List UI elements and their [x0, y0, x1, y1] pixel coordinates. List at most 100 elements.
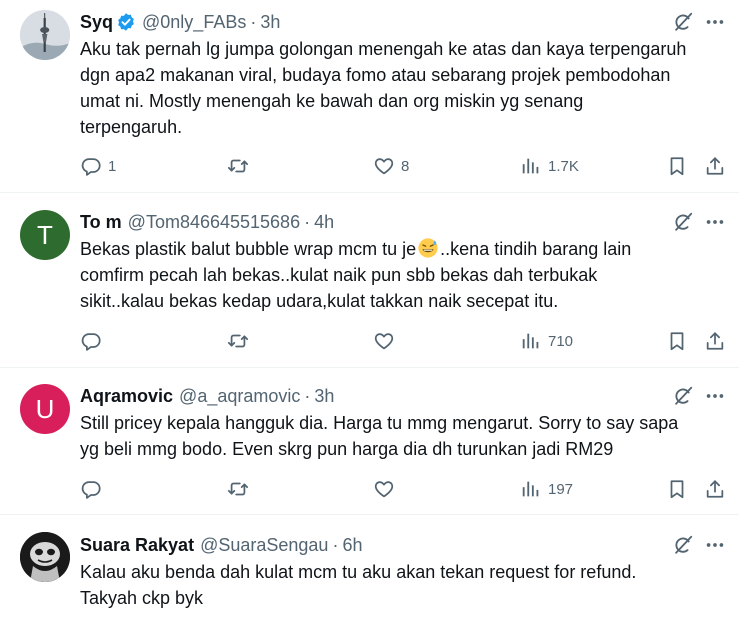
repost-icon [227, 330, 249, 352]
reply-button[interactable]: 1 [80, 153, 116, 179]
author-handle[interactable]: @SuaraSengau [200, 533, 328, 557]
post-header: To m @Tom846645515686 · 4h [80, 210, 334, 234]
avatar-aqramovic[interactable]: U [20, 384, 70, 434]
repost-button[interactable] [227, 153, 249, 179]
avatar-syq[interactable] [20, 10, 70, 60]
reply-icon [80, 330, 102, 352]
post-text: Aku tak pernah lg jumpa golongan menenga… [80, 36, 730, 140]
bookmark-button[interactable] [666, 153, 688, 179]
post-time[interactable]: 3h [260, 10, 280, 34]
text-line: terpengaruh. [80, 117, 183, 137]
repost-button[interactable] [227, 476, 249, 502]
views-button[interactable]: 710 [520, 328, 573, 354]
share-icon [704, 155, 726, 177]
share-button[interactable] [704, 153, 726, 179]
more-icon[interactable] [702, 534, 728, 556]
post-text: Bekas plastik balut bubble wrap mcm tu j… [80, 236, 730, 314]
like-button[interactable]: 8 [373, 153, 409, 179]
post-suara-rakyat[interactable]: Suara Rakyat @SuaraSengau · 6h Kalau aku… [0, 523, 739, 623]
views-icon [520, 330, 542, 352]
text-line: umat ni. Mostly menengah ke bawah dan or… [80, 91, 584, 111]
post-header: Suara Rakyat @SuaraSengau · 6h [80, 533, 362, 557]
grinning-sweat-emoji [418, 238, 438, 258]
grok-icon[interactable] [672, 211, 694, 233]
bookmark-icon [666, 155, 688, 177]
verified-badge-icon[interactable] [116, 12, 136, 32]
like-icon [373, 155, 395, 177]
like-button[interactable] [373, 476, 395, 502]
post-time[interactable]: 3h [314, 384, 334, 408]
separator-dot: · [304, 386, 311, 406]
text-line: sikit..kalau bekas kedap udara,kulat tak… [80, 291, 559, 311]
share-icon [704, 330, 726, 352]
author-name[interactable]: Syq [80, 10, 113, 34]
post-text: Kalau aku benda dah kulat mcm tu aku aka… [80, 559, 730, 611]
like-count: 8 [401, 157, 410, 175]
text-line: Bekas plastik balut bubble wrap mcm tu j… [80, 236, 730, 262]
repost-icon [227, 478, 249, 500]
text-line: comfirm pecah lah bekas..kulat naik pun … [80, 265, 598, 285]
avatar-suara-rakyat[interactable] [20, 532, 70, 582]
share-icon [704, 478, 726, 500]
separator-dot: · [250, 12, 257, 32]
bookmark-button[interactable] [666, 328, 688, 354]
views-count: 197 [548, 480, 574, 498]
like-button[interactable] [373, 328, 395, 354]
reply-button[interactable] [80, 476, 102, 502]
text-line: Takyah ckp byk [80, 588, 204, 608]
hooded-figure-avatar-image [20, 532, 70, 582]
author-name[interactable]: To m [80, 210, 122, 234]
post-syq[interactable]: Syq @0nly_FABs · 3h Aku tak pernah lg ju… [0, 0, 739, 192]
grok-icon[interactable] [672, 534, 694, 556]
post-time[interactable]: 4h [314, 210, 334, 234]
action-bar: 710 [80, 328, 730, 354]
author-name[interactable]: Aqramovic [80, 384, 173, 408]
author-handle[interactable]: @a_aqramovic [179, 384, 300, 408]
views-count: 1.7K [548, 157, 579, 175]
text-segment: Bekas plastik balut bubble wrap mcm tu j… [80, 239, 417, 259]
grok-icon[interactable] [672, 385, 694, 407]
author-name[interactable]: Suara Rakyat [80, 533, 194, 557]
separator-dot: · [332, 535, 339, 555]
reply-count: 1 [108, 157, 117, 175]
post-tom[interactable]: T To m @Tom846645515686 · 4h Bekas plast… [0, 200, 739, 360]
reply-icon [80, 478, 102, 500]
views-count: 710 [548, 332, 574, 350]
post-aqramovic[interactable]: U Aqramovic @a_aqramovic · 3h Still pric… [0, 374, 739, 514]
post-header: Syq @0nly_FABs · 3h [80, 10, 280, 34]
grok-icon[interactable] [672, 11, 694, 33]
text-line: dgn apa2 makanan viral, budaya fomo atau… [80, 65, 671, 85]
more-icon[interactable] [702, 11, 728, 33]
author-handle[interactable]: @Tom846645515686 [128, 210, 300, 234]
post-header: Aqramovic @a_aqramovic · 3h [80, 384, 334, 408]
post-divider [0, 514, 739, 515]
views-icon [520, 478, 542, 500]
share-button[interactable] [704, 476, 726, 502]
views-button[interactable]: 1.7K [520, 153, 579, 179]
repost-icon [227, 155, 249, 177]
text-line: Still pricey kepala hangguk dia. Harga t… [80, 413, 679, 433]
avatar-letter: T [37, 219, 53, 250]
views-icon [520, 155, 542, 177]
bookmark-icon [666, 478, 688, 500]
post-divider [0, 192, 739, 193]
repost-button[interactable] [227, 328, 249, 354]
reply-button[interactable] [80, 328, 102, 354]
avatar-tom[interactable]: T [20, 210, 70, 260]
action-bar: 1 8 1.7K [80, 153, 730, 179]
post-time[interactable]: 6h [342, 533, 362, 557]
text-line: Aku tak pernah lg jumpa golongan menenga… [80, 39, 687, 59]
text-line: Kalau aku benda dah kulat mcm tu aku aka… [80, 562, 637, 582]
author-handle[interactable]: @0nly_FABs [142, 10, 246, 34]
views-button[interactable]: 197 [520, 476, 573, 502]
avatar-letter: U [35, 393, 55, 424]
action-bar: 197 [80, 476, 730, 502]
more-icon[interactable] [702, 211, 728, 233]
more-icon[interactable] [702, 385, 728, 407]
bookmark-icon [666, 330, 688, 352]
text-segment: ..kena tindih barang lain [440, 239, 632, 259]
bookmark-button[interactable] [666, 476, 688, 502]
post-divider [0, 367, 739, 368]
share-button[interactable] [704, 328, 726, 354]
tower-avatar-image [20, 10, 70, 60]
